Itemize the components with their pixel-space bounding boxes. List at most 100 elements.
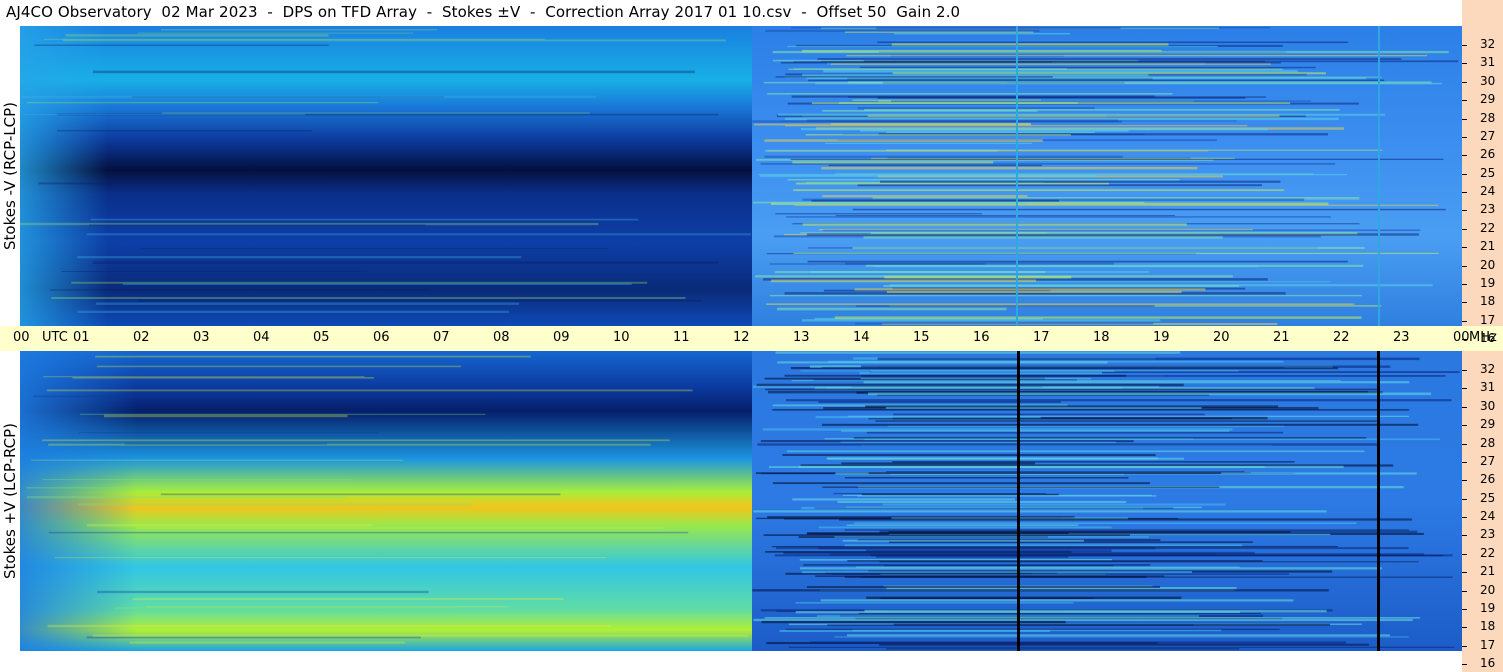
freq-tick-label: 27 bbox=[1480, 128, 1496, 143]
freq-tick-mark bbox=[1462, 572, 1467, 574]
freq-tick-mark bbox=[1462, 406, 1467, 408]
time-tick-label: 09 bbox=[553, 330, 570, 345]
top-waterfall bbox=[20, 26, 1462, 326]
freq-tick-mark bbox=[1462, 370, 1467, 371]
freq-tick-mark bbox=[1462, 81, 1467, 83]
freq-tick-mark bbox=[1462, 590, 1467, 592]
freq-tick-label: 30 bbox=[1480, 73, 1496, 88]
freq-tick-label: 27 bbox=[1480, 453, 1496, 468]
freq-tick-label: 23 bbox=[1480, 527, 1496, 542]
bottom-waterfall bbox=[20, 351, 1462, 651]
time-tick-label: 19 bbox=[1153, 330, 1170, 345]
freq-tick-label: 19 bbox=[1480, 275, 1496, 290]
time-axis: 00 UTC 01 02 03 04 05 06 07 08 09 10 11 12 13 14 15 16 17 1… bbox=[0, 326, 1503, 351]
time-tick-label: 04 bbox=[253, 330, 270, 345]
freq-tick-label: 19 bbox=[1480, 600, 1496, 615]
freq-tick-label: 22 bbox=[1480, 220, 1496, 235]
freq-tick-label: 20 bbox=[1480, 257, 1496, 272]
bottom-panel-ylabel: Stokes +V (LCP-RCP) bbox=[1, 423, 19, 579]
freq-tick-mark bbox=[1462, 247, 1467, 249]
time-tick-label: 16 bbox=[973, 330, 990, 345]
freq-tick-mark bbox=[1462, 155, 1467, 157]
time-tick-label: 17 bbox=[1033, 330, 1050, 345]
time-tick-label: 02 bbox=[133, 330, 150, 345]
time-tick-label: UTC bbox=[42, 330, 68, 345]
freq-tick-mark bbox=[1462, 339, 1467, 340]
freq-tick-label: 29 bbox=[1480, 92, 1496, 107]
freq-tick-label: 21 bbox=[1480, 564, 1496, 579]
freq-tick-label: 30 bbox=[1480, 398, 1496, 413]
freq-tick-label: 31 bbox=[1480, 380, 1496, 395]
freq-tick-mark bbox=[1462, 425, 1467, 427]
time-tick-label: 00 bbox=[13, 330, 30, 345]
freq-tick-label: 23 bbox=[1480, 202, 1496, 217]
freq-tick-label: 18 bbox=[1480, 294, 1496, 309]
freq-tick-mark bbox=[1462, 63, 1467, 65]
freq-tick-mark bbox=[1462, 118, 1467, 120]
time-tick-label: 03 bbox=[193, 330, 210, 345]
time-tick-label: 12 bbox=[733, 330, 750, 345]
freq-tick-mark bbox=[1462, 517, 1467, 518]
time-tick-label: 18 bbox=[1093, 330, 1110, 345]
freq-tick-label: 16 bbox=[1480, 656, 1496, 670]
time-tick-label: 06 bbox=[373, 330, 390, 345]
freq-tick-label: 20 bbox=[1480, 582, 1496, 597]
freq-tick-label: 26 bbox=[1480, 472, 1496, 487]
freq-tick-mark bbox=[1462, 553, 1467, 555]
freq-tick-mark bbox=[1462, 100, 1467, 102]
freq-tick-mark bbox=[1462, 136, 1467, 138]
time-tick-label: 07 bbox=[433, 330, 450, 345]
freq-tick-mark bbox=[1462, 627, 1467, 629]
freq-tick-mark bbox=[1462, 173, 1467, 175]
time-tick-label: 14 bbox=[853, 330, 870, 345]
freq-tick-label: 22 bbox=[1480, 545, 1496, 560]
freq-tick-mark bbox=[1462, 45, 1467, 46]
freq-tick-label: 28 bbox=[1480, 110, 1496, 125]
freq-tick-mark bbox=[1462, 210, 1467, 212]
freq-tick-label: 29 bbox=[1480, 417, 1496, 432]
freq-tick-label: 17 bbox=[1480, 312, 1496, 327]
freq-tick-mark bbox=[1462, 664, 1467, 665]
freq-tick-mark bbox=[1462, 192, 1467, 193]
time-tick-label: 05 bbox=[313, 330, 330, 345]
time-tick-label: 01 bbox=[73, 330, 90, 345]
freq-tick-mark bbox=[1462, 265, 1467, 267]
freq-tick-mark bbox=[1462, 388, 1467, 390]
freq-tick-mark bbox=[1462, 645, 1467, 647]
freq-tick-label: 21 bbox=[1480, 239, 1496, 254]
freq-tick-mark bbox=[1462, 283, 1467, 285]
freq-tick-label: 24 bbox=[1480, 184, 1496, 198]
freq-tick-label: 28 bbox=[1480, 435, 1496, 450]
freq-tick-label: 16 bbox=[1480, 331, 1496, 345]
freq-tick-label: 32 bbox=[1480, 362, 1496, 376]
freq-tick-mark bbox=[1462, 461, 1467, 463]
freq-tick-label: 25 bbox=[1480, 165, 1496, 180]
top-panel-ylabel: Stokes -V (RCP-LCP) bbox=[1, 102, 19, 250]
time-tick-label: 00 bbox=[1453, 330, 1470, 345]
time-tick-label: 08 bbox=[493, 330, 510, 345]
time-tick-label: 21 bbox=[1273, 330, 1290, 345]
freq-tick-mark bbox=[1462, 608, 1467, 610]
time-tick-label: 22 bbox=[1333, 330, 1350, 345]
freq-tick-label: 24 bbox=[1480, 509, 1496, 523]
freq-tick-mark bbox=[1462, 443, 1467, 445]
freq-tick-label: 32 bbox=[1480, 37, 1496, 51]
time-tick-label: 20 bbox=[1213, 330, 1230, 345]
time-tick-label: 11 bbox=[673, 330, 690, 345]
freq-tick-mark bbox=[1462, 228, 1467, 230]
freq-tick-label: 31 bbox=[1480, 55, 1496, 70]
freq-tick-mark bbox=[1462, 320, 1467, 322]
time-tick-label: 15 bbox=[913, 330, 930, 345]
time-tick-label: 10 bbox=[613, 330, 630, 345]
freq-tick-label: 25 bbox=[1480, 490, 1496, 505]
freq-tick-mark bbox=[1462, 535, 1467, 537]
freq-tick-mark bbox=[1462, 480, 1467, 482]
freq-tick-label: 18 bbox=[1480, 619, 1496, 634]
freq-tick-mark bbox=[1462, 498, 1467, 500]
freq-tick-mark bbox=[1462, 302, 1467, 304]
time-tick-label: 13 bbox=[793, 330, 810, 345]
time-tick-label: 23 bbox=[1393, 330, 1410, 345]
freq-tick-label: 26 bbox=[1480, 147, 1496, 162]
chart-title: AJ4CO Observatory 02 Mar 2023 - DPS on T… bbox=[6, 3, 961, 21]
freq-tick-label: 17 bbox=[1480, 637, 1496, 652]
